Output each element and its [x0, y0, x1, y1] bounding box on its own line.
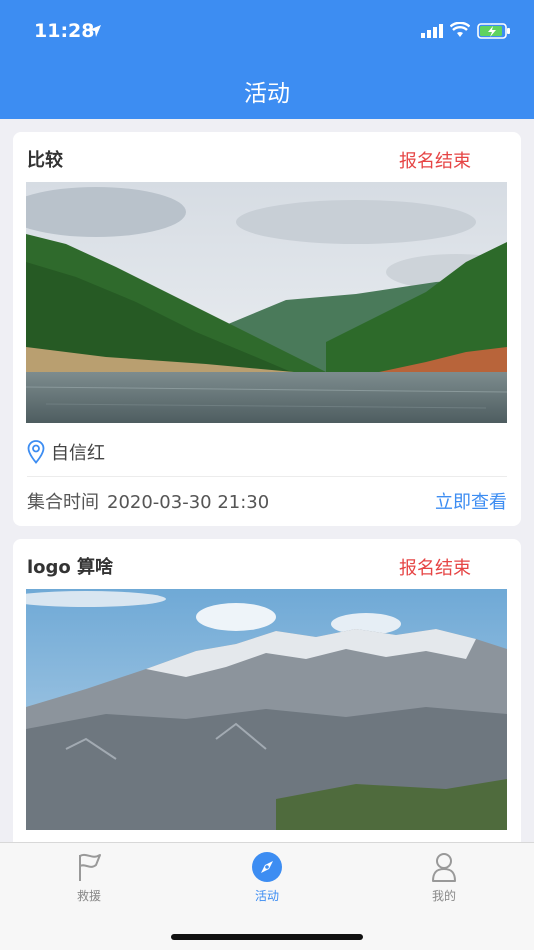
view-now-link[interactable]: 立即查看: [435, 488, 507, 514]
meeting-time: 集合时间 2020-03-30 21:30: [27, 488, 277, 514]
compass-icon: [252, 852, 282, 882]
card-title: logo 算啥: [27, 557, 114, 578]
user-icon: [432, 853, 456, 882]
tab-label: 我的: [431, 889, 456, 903]
status-badge: 报名结束: [399, 151, 471, 172]
location-text: 自信红: [51, 443, 105, 464]
tab-activity[interactable]: 活动: [207, 851, 327, 904]
app-header: 11:28 活动: [0, 0, 534, 119]
tab-rescue[interactable]: 救援: [29, 851, 149, 904]
tab-label: 救援: [76, 889, 101, 903]
card-image[interactable]: [26, 182, 507, 423]
location-row: 自信红: [27, 438, 105, 466]
activity-card[interactable]: logo 算啥 报名结束: [13, 539, 521, 842]
card-title: 比较: [27, 150, 63, 171]
status-badge: 报名结束: [399, 558, 471, 579]
lake-mountain-photo: [26, 182, 507, 423]
flag-icon: [79, 853, 101, 881]
location-arrow-icon: [89, 25, 101, 37]
activity-card[interactable]: 比较 报名结束 自信红 集合时间 2020-03-30 21:30 立即查看: [13, 132, 521, 526]
page-title: 活动: [244, 81, 290, 107]
meeting-time-value: 2020-03-30 21:30: [107, 492, 270, 513]
battery-charging-icon: [477, 23, 510, 39]
snow-mountain-photo: [26, 589, 507, 830]
status-bar: 11:28: [0, 0, 534, 64]
wifi-icon: [450, 22, 470, 37]
tab-label: 活动: [254, 889, 279, 903]
home-indicator[interactable]: [171, 934, 363, 940]
card-image[interactable]: [26, 589, 507, 830]
meeting-time-label: 集合时间: [27, 492, 99, 513]
tab-mine[interactable]: 我的: [384, 851, 504, 904]
activity-feed[interactable]: 比较 报名结束 自信红 集合时间 2020-03-30 21:30 立即查看 l…: [0, 119, 534, 842]
divider: [27, 476, 507, 477]
cellular-signal-icon: [421, 24, 443, 38]
status-time: 11:28: [34, 20, 95, 42]
location-pin-icon: [27, 440, 45, 464]
